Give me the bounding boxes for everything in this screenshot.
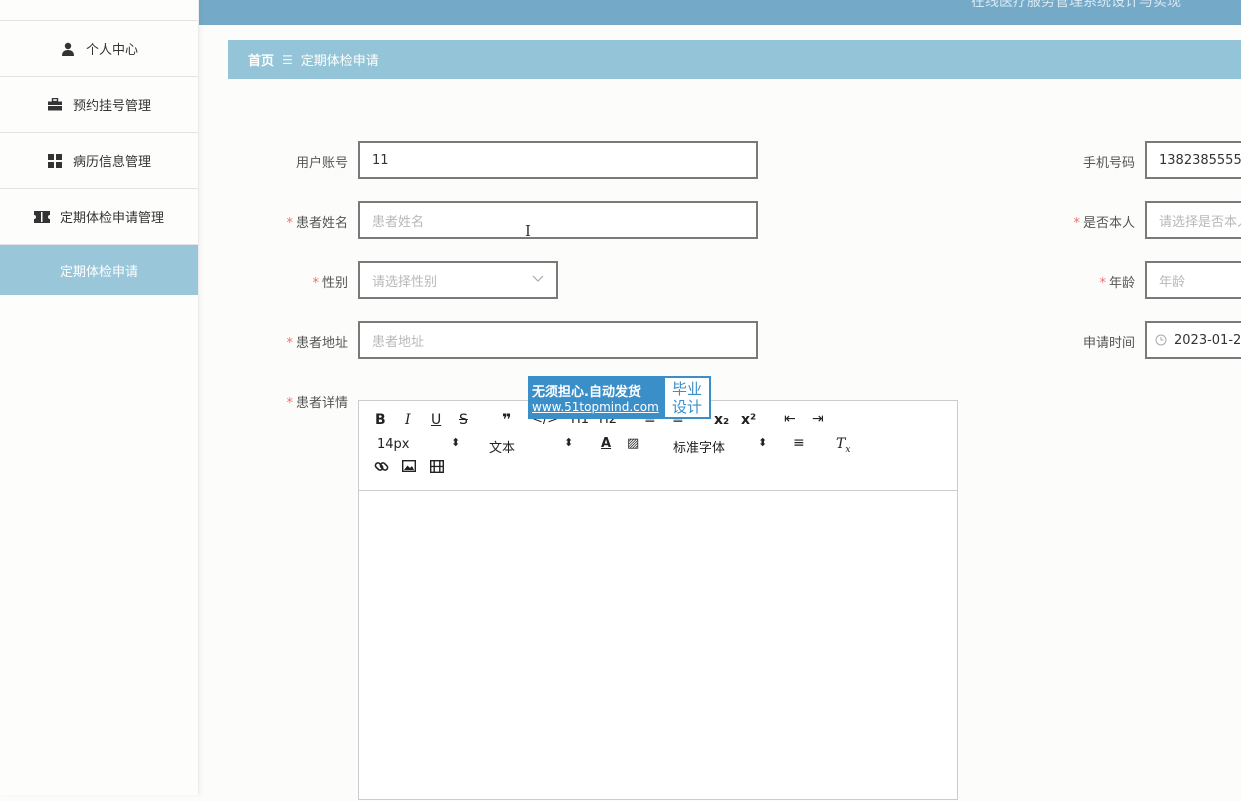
font-family-select[interactable]: 标准字体: [673, 437, 725, 456]
sidebar-item-label: 预约挂号管理: [72, 99, 151, 114]
sidebar-item-appointment[interactable]: 预约挂号管理: [0, 77, 198, 133]
address-input[interactable]: 患者地址: [358, 321, 758, 359]
address-label: * 患者地址: [286, 336, 348, 351]
apply-time-picker[interactable]: 2023-01-2: [1145, 321, 1241, 359]
block-type-arrows-icon: ⬍: [564, 436, 574, 449]
sidebar-item-label: 个人中心: [85, 43, 138, 58]
chevron-down-icon: [532, 273, 544, 286]
age-input[interactable]: 年龄: [1145, 261, 1241, 299]
rich-text-editor: B I U S ❞ </> H1 H2 ≡ ≡ x₂ x² ⇤ ⇥ 14px ⬍…: [358, 400, 958, 800]
sidebar-item-label: 定期体检申请: [59, 264, 138, 280]
block-type-select[interactable]: 文本: [489, 437, 515, 456]
header-title: 在线医疗服务管理系统设计与实现: [971, 0, 1181, 10]
gender-select[interactable]: 请选择性别: [358, 261, 558, 299]
age-label: * 年龄: [1099, 276, 1135, 291]
background-color-icon[interactable]: ▨: [627, 436, 639, 451]
strike-button[interactable]: S: [459, 412, 468, 428]
font-family-arrows-icon: ⬍: [758, 436, 768, 449]
user-account-field[interactable]: 11: [358, 141, 758, 179]
user-icon: [60, 41, 76, 57]
font-size-select[interactable]: 14px: [377, 437, 410, 452]
outdent-button[interactable]: ⇤: [784, 411, 796, 427]
phone-field[interactable]: 13823855556: [1145, 141, 1241, 179]
italic-button[interactable]: I: [405, 412, 411, 428]
text-cursor-icon: I: [525, 222, 531, 240]
clear-format-icon[interactable]: Tx: [836, 436, 850, 455]
video-icon[interactable]: [429, 459, 445, 477]
watermark-left: 无须担心.自动发货 www.51topmind.com: [528, 376, 663, 419]
breadcrumb-home[interactable]: 首页: [248, 50, 274, 69]
top-header: 在线医疗服务管理系统设计与实现: [198, 0, 1241, 25]
underline-button[interactable]: U: [431, 412, 441, 428]
subscript-button[interactable]: x₂: [714, 412, 729, 428]
sidebar: 个人中心 预约挂号管理 病历信息管理 定期体检申请管理 定期体检申请: [0, 0, 199, 795]
bold-button[interactable]: B: [375, 412, 386, 428]
sidebar-top: [0, 0, 198, 21]
link-icon[interactable]: [374, 459, 389, 478]
breadcrumb-current: 定期体检申请: [300, 54, 379, 69]
details-label: * 患者详情: [286, 396, 348, 411]
watermark-right-bottom: 设计: [671, 397, 702, 416]
is-self-select[interactable]: 请选择是否本人: [1145, 201, 1241, 239]
font-color-icon[interactable]: A: [601, 436, 611, 451]
apply-time-label: 申请时间: [1082, 336, 1135, 351]
image-icon[interactable]: [401, 459, 417, 476]
watermark-line1: 无须担心.自动发货: [532, 385, 641, 400]
sidebar-item-medical-records[interactable]: 病历信息管理: [0, 133, 198, 189]
phone-label: 手机号码: [1082, 156, 1135, 171]
sidebar-item-personal-center[interactable]: 个人中心: [0, 21, 198, 77]
user-account-label: 用户账号: [295, 156, 348, 171]
breadcrumb-separator-icon: ☰: [282, 52, 293, 67]
watermark-right-top: 毕业: [671, 379, 702, 398]
sidebar-item-label: 病历信息管理: [72, 155, 151, 170]
briefcase-icon: [47, 97, 63, 113]
patient-name-input[interactable]: 患者姓名: [358, 201, 758, 239]
font-size-arrows-icon: ⬍: [451, 436, 461, 449]
clock-icon: [1155, 334, 1167, 346]
grid-icon: [47, 153, 63, 169]
gender-label: * 性别: [312, 276, 348, 291]
sidebar-item-checkup-management[interactable]: 定期体检申请管理: [0, 189, 198, 245]
breadcrumb: 首页 ☰ 定期体检申请: [228, 40, 1241, 79]
watermark-badge: 无须担心.自动发货 www.51topmind.com 毕业 设计: [528, 376, 711, 419]
sidebar-item-checkup-apply[interactable]: 定期体检申请: [0, 245, 198, 295]
watermark-right: 毕业 设计: [663, 376, 711, 419]
indent-button[interactable]: ⇥: [812, 411, 824, 427]
superscript-button[interactable]: x²: [741, 412, 756, 428]
patient-name-label: * 患者姓名: [286, 216, 348, 231]
editor-content-area[interactable]: [359, 491, 957, 801]
align-left-icon[interactable]: ≡: [793, 435, 805, 451]
watermark-line2: www.51topmind.com: [532, 400, 659, 414]
is-self-label: * 是否本人: [1073, 216, 1135, 231]
sidebar-item-label: 定期体检申请管理: [59, 211, 164, 226]
ticket-icon: [33, 209, 50, 225]
blockquote-button[interactable]: ❞: [502, 410, 511, 429]
